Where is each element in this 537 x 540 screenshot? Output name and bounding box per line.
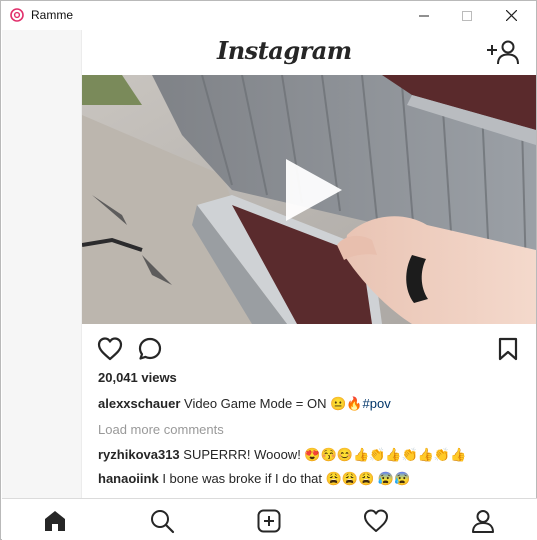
profile-icon[interactable] [470, 508, 496, 534]
load-more-comments-link[interactable]: Load more comments [98, 422, 224, 437]
comment-username[interactable]: ryzhikova313 [98, 447, 180, 462]
bottom-navigation [2, 498, 537, 540]
comment-item: hanaoiink I bone was broke if I do that … [98, 471, 410, 487]
app-window: Ramme Instagram 20,041 views alexxschaue… [0, 0, 537, 540]
window-title: Ramme [31, 8, 74, 22]
comment-text: I bone was broke if I do that 😩😩😩 😰😰 [162, 471, 411, 486]
comment-icon[interactable] [137, 336, 163, 362]
maximize-button[interactable] [444, 1, 489, 30]
minimize-button[interactable] [401, 1, 446, 30]
view-count: 20,041 views [98, 370, 177, 385]
caption-username[interactable]: alexxschauer [98, 396, 180, 411]
caption-hashtag[interactable]: #pov [363, 396, 391, 411]
close-button[interactable] [489, 1, 534, 30]
minimize-icon [418, 15, 429, 16]
sidebar-panel [2, 30, 82, 498]
home-icon[interactable] [42, 508, 68, 534]
instagram-logo[interactable]: Instagram [217, 36, 352, 65]
caption-text: Video Game Mode = ON 😐🔥 [184, 396, 363, 411]
search-icon[interactable] [149, 508, 175, 534]
post-actions [82, 324, 536, 374]
post-caption: alexxschauer Video Game Mode = ON 😐🔥#pov [98, 396, 391, 412]
maximize-icon [461, 10, 472, 21]
play-icon[interactable] [282, 157, 344, 223]
heart-icon[interactable] [97, 336, 123, 362]
bookmark-icon[interactable] [495, 336, 521, 362]
add-user-icon[interactable] [486, 38, 520, 66]
title-bar: Ramme [1, 1, 536, 30]
comment-text: SUPERRR! Wooow! 😍😚😊👍👏👍👏👍👏👍 [183, 447, 467, 462]
add-post-icon[interactable] [256, 508, 282, 534]
close-icon [506, 10, 517, 21]
comment-username[interactable]: hanaoiink [98, 471, 159, 486]
ramme-app-icon [10, 8, 24, 22]
post-video[interactable] [82, 75, 536, 324]
instagram-header: Instagram [82, 30, 536, 75]
activity-heart-icon[interactable] [363, 508, 389, 534]
comment-item: ryzhikova313 SUPERRR! Wooow! 😍😚😊👍👏👍👏👍👏👍 [98, 447, 466, 463]
